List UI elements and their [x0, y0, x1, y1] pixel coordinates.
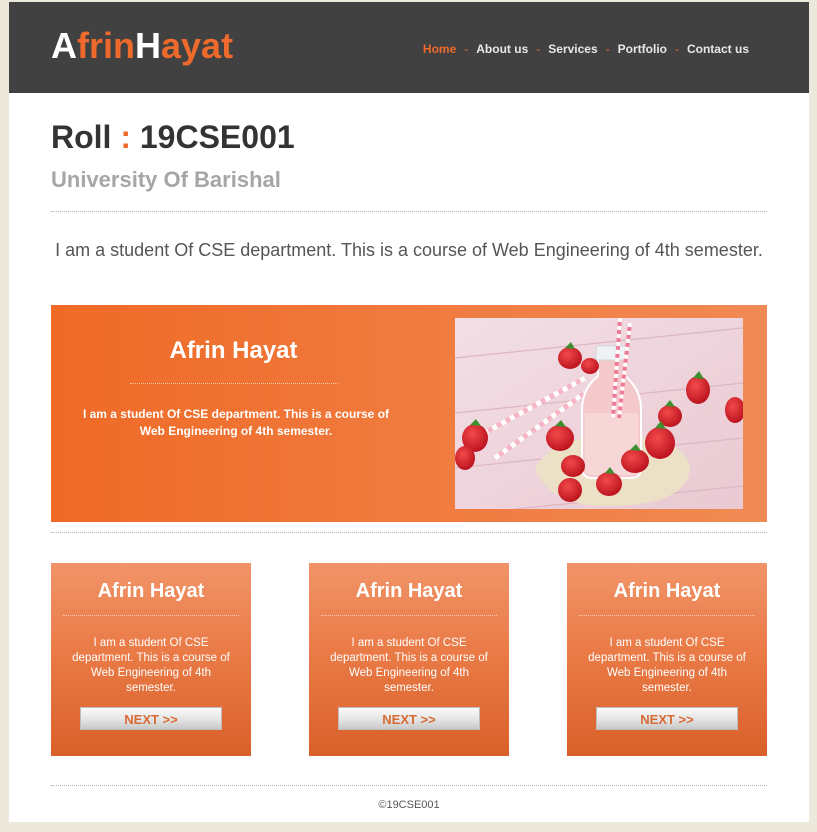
- divider: [51, 211, 767, 212]
- card-text: I am a student Of CSE department. This i…: [588, 637, 746, 694]
- card-text: I am a student Of CSE department. This i…: [330, 637, 488, 694]
- nav-separator: -: [674, 42, 679, 56]
- nav-portfolio[interactable]: Portfolio: [618, 42, 667, 56]
- next-button[interactable]: NEXT >>: [80, 707, 222, 730]
- card-divider: [321, 615, 497, 616]
- roll-colon: :: [120, 119, 131, 155]
- card-title: Afrin Hayat: [613, 580, 721, 602]
- nav-separator: -: [536, 42, 541, 56]
- main-nav: Home - About us - Services - Portfolio -…: [423, 42, 749, 56]
- footer-copyright: ©19CSE001: [378, 799, 440, 811]
- card-divider: [63, 615, 239, 616]
- nav-contact-us[interactable]: Contact us: [687, 42, 749, 56]
- nav-about-us[interactable]: About us: [476, 42, 528, 56]
- info-card: Afrin Hayat I am a student Of CSE depart…: [51, 563, 251, 756]
- nav-services[interactable]: Services: [548, 42, 597, 56]
- site-logo[interactable]: AfrinHayat: [51, 24, 233, 68]
- logo-text-ayat: ayat: [161, 25, 234, 66]
- university-subtitle: University Of Barishal: [51, 167, 281, 192]
- page-title: Roll : 19CSE001: [51, 117, 295, 157]
- hero-banner: Afrin Hayat I am a student Of CSE depart…: [51, 305, 767, 522]
- roll-label: Roll: [51, 119, 112, 155]
- nav-home[interactable]: Home: [423, 42, 456, 56]
- banner-divider: [130, 383, 338, 384]
- strawberry-milk-photo: [455, 318, 743, 509]
- intro-text: I am a student Of CSE department. This i…: [55, 240, 763, 260]
- card-text: I am a student Of CSE department. This i…: [72, 637, 230, 694]
- card-title: Afrin Hayat: [97, 580, 205, 602]
- info-card: Afrin Hayat I am a student Of CSE depart…: [567, 563, 767, 756]
- nav-separator: -: [605, 42, 610, 56]
- next-button[interactable]: NEXT >>: [596, 707, 738, 730]
- divider: [51, 532, 767, 533]
- card-divider: [579, 615, 755, 616]
- info-card: Afrin Hayat I am a student Of CSE depart…: [309, 563, 509, 756]
- logo-letter-h: H: [135, 25, 161, 66]
- card-title: Afrin Hayat: [355, 580, 463, 602]
- banner-text: I am a student Of CSE department. This i…: [82, 407, 390, 438]
- next-button[interactable]: NEXT >>: [338, 707, 480, 730]
- page: AfrinHayat Home - About us - Services - …: [9, 2, 809, 822]
- roll-value: 19CSE001: [139, 119, 295, 155]
- divider: [51, 785, 767, 786]
- logo-letter-a: A: [51, 25, 77, 66]
- header: AfrinHayat Home - About us - Services - …: [9, 2, 809, 93]
- banner-title: Afrin Hayat: [169, 337, 298, 364]
- nav-separator: -: [464, 42, 469, 56]
- logo-text-frin: frin: [77, 25, 135, 66]
